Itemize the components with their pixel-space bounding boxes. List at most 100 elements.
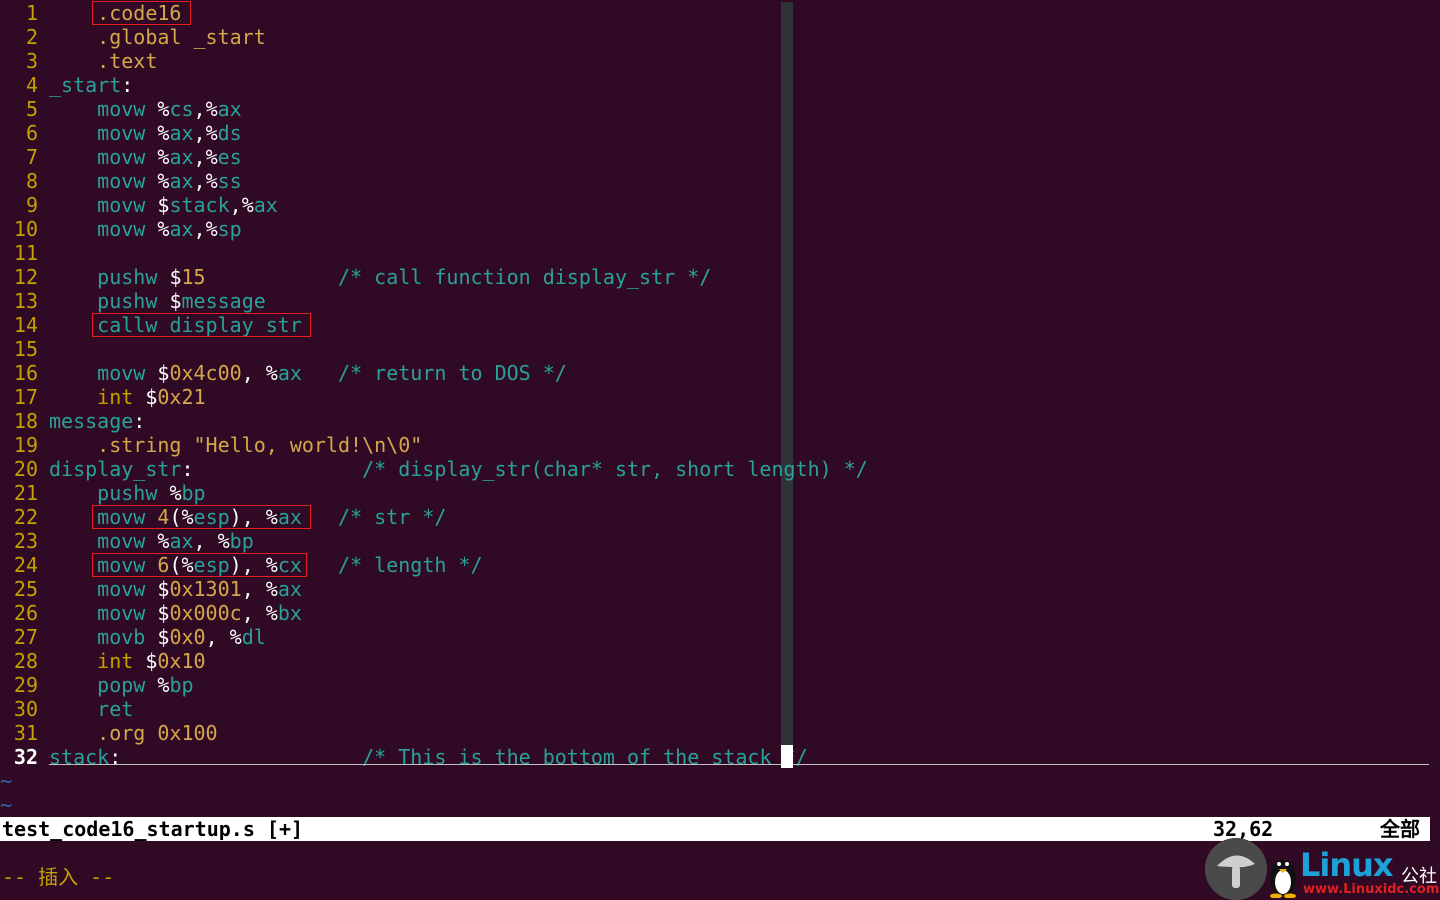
vim-editor[interactable]: 1 .code16 2 .global _start 3 .text 4 _start:… [0, 0, 1440, 900]
cursorline-underline [49, 764, 1429, 765]
code-line[interactable]: 17 int $0x21 [0, 385, 1430, 409]
code-line[interactable]: 6 movw %ax,%ds [0, 121, 1430, 145]
code-line[interactable]: 21 pushw %bp [0, 481, 1430, 505]
code-token: movw [97, 169, 146, 193]
text-cursor [781, 745, 793, 768]
code-line[interactable]: 22 movw 4(%esp), %ax /* str */ [0, 505, 1430, 529]
code-line[interactable]: 23 movw %ax, %bp [0, 529, 1430, 553]
code-line[interactable]: 7 movw %ax,%es [0, 145, 1430, 169]
code-line[interactable]: 28 int $0x10 [0, 649, 1430, 673]
code-line[interactable]: 5 movw %cs,%ax [0, 97, 1430, 121]
line-text: pushw $message [49, 289, 266, 313]
code-token: sp [217, 217, 242, 241]
code-line[interactable]: 15 [0, 337, 1430, 361]
code-token: 0x0 [169, 625, 206, 649]
code-line[interactable]: 16 movw $0x4c00, %ax /* return to DOS */ [0, 361, 1430, 385]
line-number: 31 [13, 721, 38, 745]
line-text: popw %bp [49, 673, 193, 697]
line-text: movw %cs,%ax [49, 97, 242, 121]
line-text: movw $0x4c00, %ax /* return to DOS */ [49, 361, 567, 385]
code-line[interactable]: 19 .string "Hello, world!\n\0" [0, 433, 1430, 457]
code-token: cs [169, 97, 194, 121]
line-text: movw %ax, %bp [49, 529, 254, 553]
code-token: stack [49, 745, 110, 769]
code-line[interactable]: 24 movw 6(%esp), %cx /* length */ [0, 553, 1430, 577]
code-line[interactable]: 27 movb $0x0, %dl [0, 625, 1430, 649]
code-token: movw [97, 97, 146, 121]
code-line[interactable]: 14 callw display_str [0, 313, 1430, 337]
code-line[interactable]: 29 popw %bp [0, 673, 1430, 697]
code-token: bp [181, 481, 206, 505]
code-line[interactable]: 3 .text [0, 49, 1430, 73]
code-line[interactable]: 32 stack: /* This is the bottom of the st… [0, 745, 1430, 769]
line-text: display_str: /* display_str(char* str, s… [49, 457, 868, 481]
highlight-box [92, 553, 307, 577]
code-token: ax [169, 217, 194, 241]
code-token: ax [277, 361, 302, 385]
code-line[interactable]: 31 .org 0x100 [0, 721, 1430, 745]
line-number: 27 [13, 625, 38, 649]
code-token: 0x000c [169, 601, 242, 625]
code-token: pushw [97, 481, 158, 505]
line-text: ret [49, 697, 133, 721]
code-token: ax [169, 169, 194, 193]
code-token: /* display_str(char* str, short length) … [362, 457, 868, 481]
line-text: pushw %bp [49, 481, 206, 505]
code-token: $ [145, 649, 158, 673]
code-line[interactable]: 9 movw $stack,%ax [0, 193, 1430, 217]
code-line[interactable]: 20 display_str: /* display_str(char* str,… [0, 457, 1430, 481]
code-line[interactable]: 12 pushw $15 /* call function display_st… [0, 265, 1430, 289]
code-token: ax [217, 97, 242, 121]
code-line[interactable]: 10 movw %ax,%sp [0, 217, 1430, 241]
code-line[interactable]: 30 ret [0, 697, 1430, 721]
code-line[interactable]: 8 movw %ax,%ss [0, 169, 1430, 193]
line-text: .org 0x100 [49, 721, 218, 745]
line-number: 1 [25, 1, 38, 25]
code-line[interactable]: 26 movw $0x000c, %bx [0, 601, 1430, 625]
line-text: .text [49, 49, 157, 73]
code-token: display_str [49, 457, 182, 481]
empty-line-marker: ~ [0, 793, 13, 817]
code-line[interactable]: 11 [0, 241, 1430, 265]
code-token: : [133, 409, 146, 433]
line-number: 10 [13, 217, 38, 241]
code-line[interactable]: 2 .global _start [0, 25, 1430, 49]
code-token: , [193, 145, 206, 169]
line-text: .string "Hello, world!\n\0" [49, 433, 422, 457]
code-line[interactable]: 4 _start: [0, 73, 1430, 97]
code-token: ret [97, 697, 134, 721]
code-line[interactable]: 25 movw $0x1301, %ax [0, 577, 1430, 601]
code-token: 0x100 [157, 721, 218, 745]
highlight-box [92, 505, 311, 529]
code-line[interactable]: 13 pushw $message [0, 289, 1430, 313]
code-line[interactable]: 1 .code16 [0, 1, 1430, 25]
code-token: , [193, 529, 218, 553]
line-number: 28 [13, 649, 38, 673]
code-token: ax [277, 577, 302, 601]
code-token: "Hello, world!\n\0" [193, 433, 423, 457]
code-line[interactable]: 18 message: [0, 409, 1430, 433]
code-token: message [49, 409, 134, 433]
code-token: % [229, 625, 242, 649]
watermark-brand: Linux [1300, 846, 1394, 884]
line-text: .global _start [49, 25, 266, 49]
code-token: pushw [97, 265, 158, 289]
